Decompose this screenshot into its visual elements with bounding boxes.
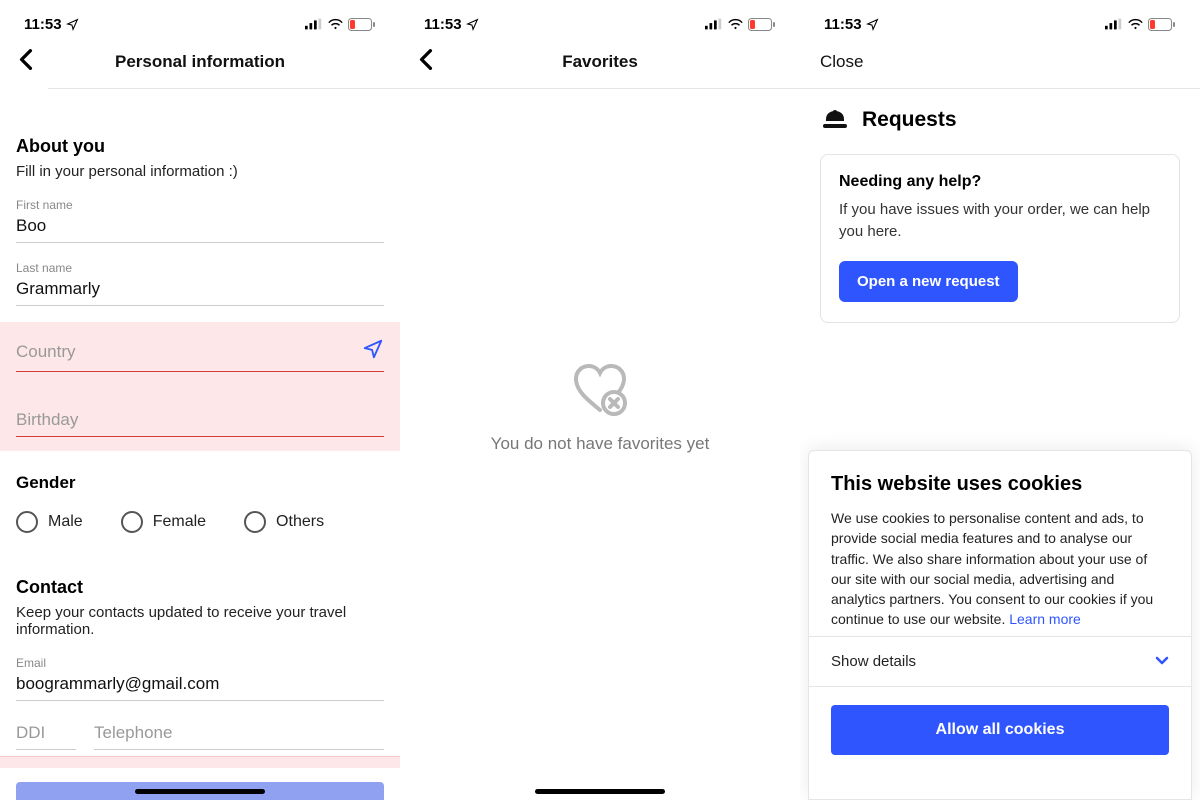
signal-icon xyxy=(705,18,723,30)
bell-icon xyxy=(822,109,848,131)
country-placeholder: Country xyxy=(16,342,76,362)
chevron-down-icon xyxy=(1155,656,1169,666)
battery-low-icon xyxy=(748,18,776,31)
last-name-value: Grammarly xyxy=(16,275,384,306)
contact-heading: Contact xyxy=(16,577,384,598)
status-bar: 11:53 xyxy=(800,0,1200,36)
error-highlight xyxy=(0,756,400,768)
telephone-placeholder: Telephone xyxy=(94,723,172,742)
open-request-button[interactable]: Open a new request xyxy=(839,261,1018,302)
help-card: Needing any help? If you have issues wit… xyxy=(820,154,1180,323)
nav-bar: Personal information xyxy=(0,36,400,88)
location-arrow-icon xyxy=(362,338,384,360)
birthday-field[interactable]: Birthday xyxy=(16,400,384,437)
cookie-consent-sheet: This website uses cookies We use cookies… xyxy=(808,450,1192,800)
locate-button[interactable] xyxy=(362,338,384,365)
birthday-placeholder: Birthday xyxy=(16,410,78,430)
home-indicator[interactable] xyxy=(535,789,665,794)
telephone-field[interactable]: Telephone xyxy=(94,719,384,750)
chevron-left-icon xyxy=(418,49,434,71)
cookie-title: This website uses cookies xyxy=(831,473,1169,496)
cookie-body: We use cookies to personalise content an… xyxy=(831,508,1169,630)
status-time: 11:53 xyxy=(424,16,462,33)
gender-options: Male Female Others xyxy=(16,511,384,533)
wifi-icon xyxy=(327,18,344,30)
page-title: Personal information xyxy=(115,52,285,72)
chevron-left-icon xyxy=(18,49,34,71)
show-details-row[interactable]: Show details xyxy=(809,636,1191,686)
radio-label: Others xyxy=(276,513,324,531)
location-arrow-icon xyxy=(66,18,79,31)
requests-title: Requests xyxy=(862,108,957,132)
help-title: Needing any help? xyxy=(839,173,1161,191)
error-fields-group: Country Birthday xyxy=(0,322,400,451)
location-arrow-icon xyxy=(466,18,479,31)
back-button[interactable] xyxy=(18,49,34,76)
heart-remove-icon xyxy=(572,364,628,416)
status-bar: 11:53 xyxy=(0,0,400,36)
ddi-field[interactable]: DDI xyxy=(16,719,76,750)
battery-low-icon xyxy=(348,18,376,31)
gender-radio-female[interactable]: Female xyxy=(121,511,206,533)
status-time: 11:53 xyxy=(24,16,62,33)
status-bar: 11:53 xyxy=(400,0,800,36)
show-details-label: Show details xyxy=(831,653,916,670)
radio-label: Male xyxy=(48,513,83,531)
page-title: Favorites xyxy=(562,52,638,72)
allow-all-label: Allow all cookies xyxy=(936,721,1065,738)
gender-radio-male[interactable]: Male xyxy=(16,511,83,533)
email-value: boogrammarly@gmail.com xyxy=(16,670,384,701)
contact-sub: Keep your contacts updated to receive yo… xyxy=(16,604,384,638)
signal-icon xyxy=(1105,18,1123,30)
help-body: If you have issues with your order, we c… xyxy=(839,199,1161,243)
email-field[interactable]: Email boogrammarly@gmail.com xyxy=(16,656,384,701)
screen-favorites: 11:53 Favorites You do not have favorite xyxy=(400,0,800,800)
radio-icon xyxy=(244,511,266,533)
first-name-value: Boo xyxy=(16,212,384,243)
radio-icon xyxy=(121,511,143,533)
first-name-field[interactable]: First name Boo xyxy=(16,198,384,243)
signal-icon xyxy=(305,18,323,30)
cookie-body-text: We use cookies to personalise content an… xyxy=(831,510,1153,627)
home-indicator[interactable] xyxy=(135,789,265,794)
radio-icon xyxy=(16,511,38,533)
learn-more-link[interactable]: Learn more xyxy=(1009,611,1081,627)
battery-low-icon xyxy=(1148,18,1176,31)
wifi-icon xyxy=(1127,18,1144,30)
screen-personal-info: 11:53 Personal information About you Fil… xyxy=(0,0,400,800)
about-heading: About you xyxy=(16,136,384,157)
back-button[interactable] xyxy=(418,49,434,76)
field-label: Email xyxy=(16,656,384,670)
gender-radio-others[interactable]: Others xyxy=(244,511,324,533)
about-sub: Fill in your personal information :) xyxy=(16,163,384,180)
location-arrow-icon xyxy=(866,18,879,31)
close-button[interactable]: Close xyxy=(820,52,863,72)
gender-heading: Gender xyxy=(16,473,384,493)
nav-bar: Close xyxy=(800,36,1200,88)
radio-label: Female xyxy=(153,513,206,531)
empty-text: You do not have favorites yet xyxy=(440,434,760,454)
allow-all-cookies-button[interactable]: Allow all cookies xyxy=(831,705,1169,755)
ddi-placeholder: DDI xyxy=(16,723,45,742)
status-time: 11:53 xyxy=(824,16,862,33)
open-request-label: Open a new request xyxy=(857,273,1000,290)
field-label: First name xyxy=(16,198,384,212)
field-label: Last name xyxy=(16,261,384,275)
wifi-icon xyxy=(727,18,744,30)
requests-header: Requests xyxy=(800,88,1200,146)
country-field[interactable]: Country xyxy=(16,328,384,372)
screen-requests: 11:53 Close Requests Needing any help? I xyxy=(800,0,1200,800)
last-name-field[interactable]: Last name Grammarly xyxy=(16,261,384,306)
nav-bar: Favorites xyxy=(400,36,800,88)
favorites-empty-state: You do not have favorites yet xyxy=(440,364,760,454)
